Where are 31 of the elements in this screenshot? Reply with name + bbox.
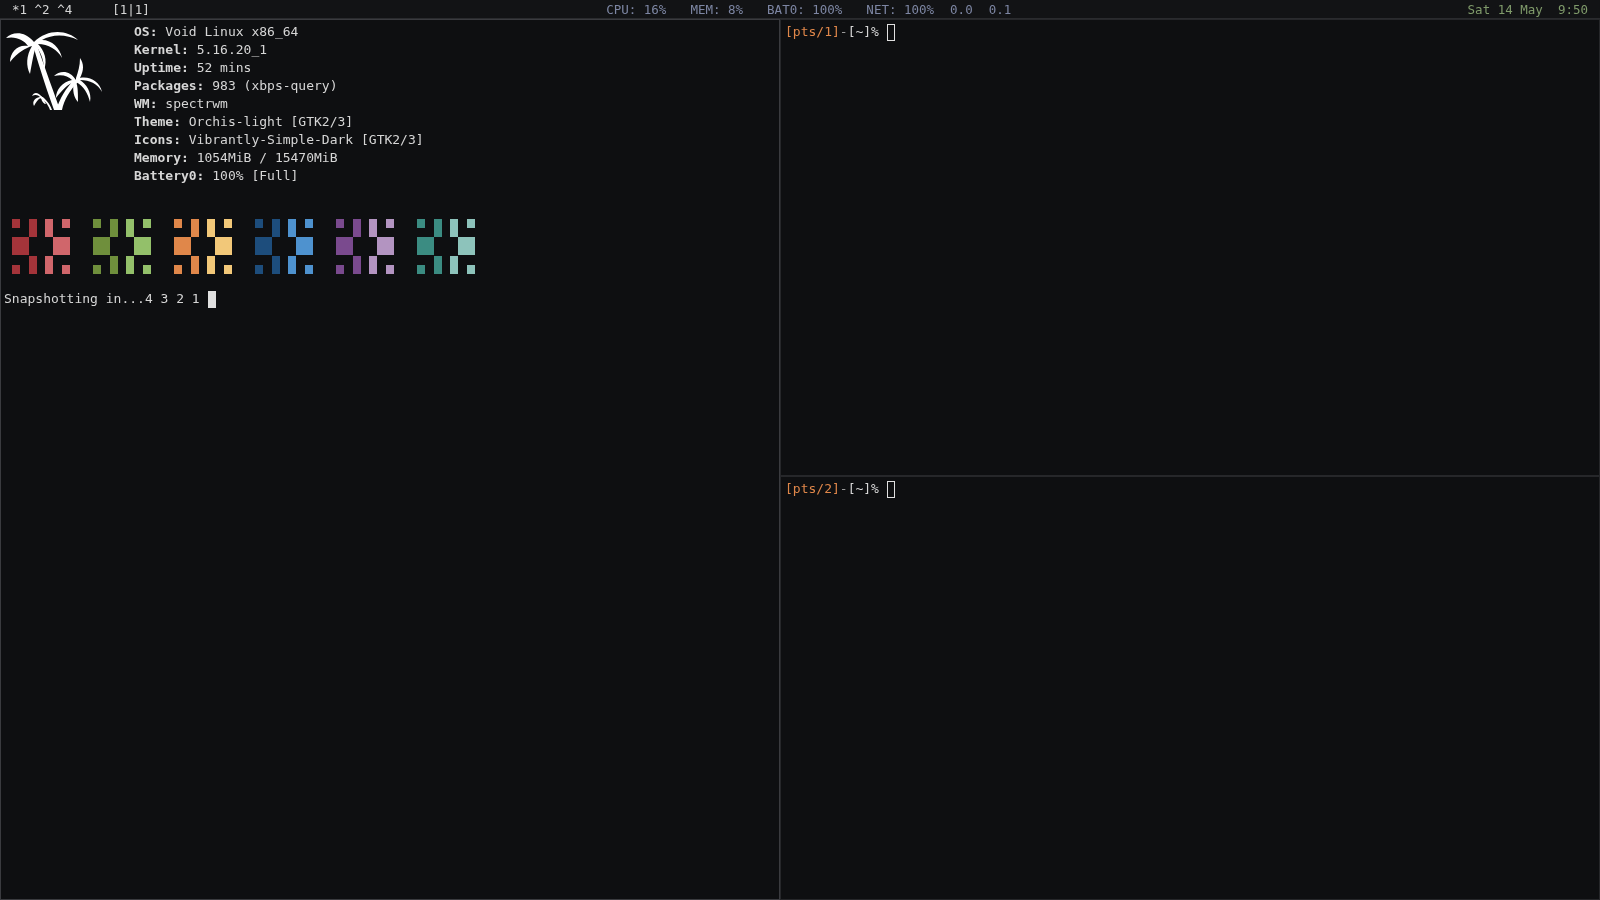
clock: Sat 14 May 9:50: [1467, 1, 1588, 17]
system-info-line: Theme: Orchis-light [GTK2/3]: [134, 113, 355, 131]
system-info-line: Memory: 1054MiB / 15470MiB: [134, 149, 339, 167]
system-stat: CPU: 16%: [606, 1, 667, 17]
color-block-icon: [12, 219, 70, 274]
system-info-line: Packages: 983 (xbps-query): [134, 77, 339, 95]
system-stat: MEM: 8%: [690, 1, 744, 17]
color-block-icon: [174, 219, 232, 274]
system-info-line: Battery0: 100% [Full]: [134, 167, 300, 185]
prompt-directory: [~]%: [847, 480, 879, 499]
terminal-output: Snapshotting in...4 3 2 1: [4, 290, 200, 308]
system-info-line: OS: Void Linux x86_64: [134, 23, 300, 41]
prompt-separator: -: [839, 480, 848, 499]
color-block-icon: [255, 219, 313, 274]
layout-indicator: [1|1]: [112, 1, 150, 17]
prompt-directory: [~]%: [847, 23, 879, 41]
system-info-line: Icons: Vibrantly-Simple-Dark [GTK2/3]: [134, 131, 424, 149]
system-stat: BAT0: 100%: [767, 1, 843, 17]
system-info-line: WM: spectrwm: [134, 95, 229, 113]
system-info-line: Uptime: 52 mins: [134, 59, 253, 77]
system-stat: 0.1: [988, 1, 1012, 17]
system-stat: NET: 100%: [866, 1, 935, 17]
color-block-icon: [336, 219, 394, 274]
prompt-tty: [pts/1]: [785, 23, 840, 41]
color-block-icon: [417, 219, 475, 274]
color-block-icon: [93, 219, 151, 274]
prompt-tty: [pts/2]: [785, 480, 840, 499]
workspace-indicator: *1 ^2 ^4: [12, 1, 73, 17]
system-stat: 0.0: [950, 1, 973, 17]
prompt-separator: -: [839, 23, 848, 41]
system-info-line: Kernel: 5.16.20_1: [134, 41, 269, 59]
